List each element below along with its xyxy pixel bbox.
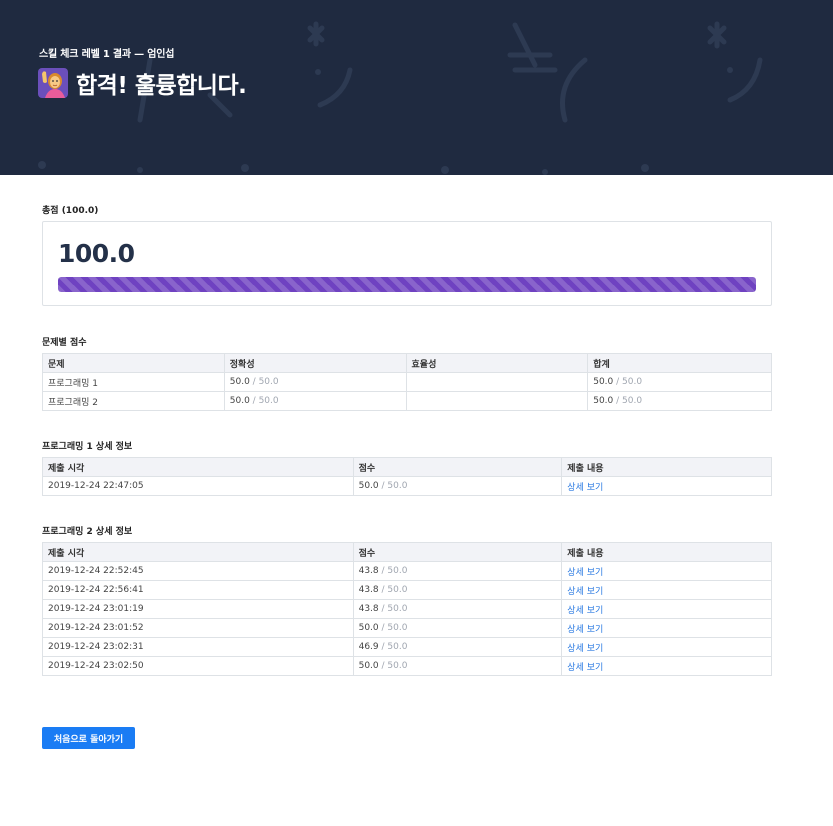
table-row: 2019-12-24 23:01:19 43.8 / 50.0 상세 보기: [42, 599, 772, 619]
total-score-value: 100.0: [58, 239, 135, 268]
score-cell: 43.8 / 50.0: [352, 580, 563, 600]
score-max: / 50.0: [378, 661, 408, 671]
total-max: / 50.0: [613, 396, 643, 406]
score-progress-fill: [58, 277, 756, 292]
detail-cell: 상세 보기: [561, 580, 772, 600]
accuracy-max: / 50.0: [249, 396, 279, 406]
detail-cell: 상세 보기: [561, 637, 772, 657]
score: 50.0: [358, 481, 379, 491]
score: 43.8: [358, 604, 379, 614]
submit-time: 2019-12-24 23:02:50: [42, 656, 354, 676]
score-max: / 50.0: [378, 604, 408, 614]
table-row: 프로그래밍 1 50.0 / 50.0 50.0 / 50.0: [42, 372, 772, 392]
total-max: / 50.0: [613, 377, 643, 387]
view-detail-link[interactable]: 상세 보기: [567, 568, 603, 578]
total-score-card: 100.0: [42, 221, 772, 306]
score-cell: 43.8 / 50.0: [352, 561, 563, 581]
score-cell: 50.0 / 50.0: [352, 476, 563, 496]
problem-name: 프로그래밍 2: [42, 391, 225, 411]
column-header: 점수: [352, 457, 563, 477]
column-header: 제출 내용: [561, 457, 772, 477]
submit-time: 2019-12-24 23:01:52: [42, 618, 354, 638]
score-max: / 50.0: [378, 566, 408, 576]
table-row: 2019-12-24 23:01:52 50.0 / 50.0 상세 보기: [42, 618, 772, 638]
efficiency-cell: [405, 372, 589, 392]
column-header: 효율성: [405, 353, 589, 373]
score-max: / 50.0: [378, 642, 408, 652]
column-header: 제출 시각: [42, 542, 354, 562]
detail-cell: 상세 보기: [561, 599, 772, 619]
page-title-text: 합격! 훌륭합니다.: [76, 73, 247, 99]
submit-time: 2019-12-24 22:56:41: [42, 580, 354, 600]
total-score-label: 총점 (100.0): [42, 206, 99, 216]
table-row: 프로그래밍 2 50.0 / 50.0 50.0 / 50.0: [42, 391, 772, 411]
score: 50.0: [358, 623, 379, 633]
detail1-label: 프로그래밍 1 상세 정보: [42, 442, 133, 452]
detail1-table: 제출 시각 점수 제출 내용 2019-12-24 22:47:05 50.0 …: [42, 457, 772, 496]
accuracy-score: 50.0: [229, 396, 250, 406]
accuracy-cell: 50.0 / 50.0: [223, 372, 407, 392]
table-row: 2019-12-24 22:52:45 43.8 / 50.0 상세 보기: [42, 561, 772, 581]
score: 50.0: [358, 661, 379, 671]
score-max: / 50.0: [378, 481, 408, 491]
result-subtitle: 스킬 체크 레벨 1 결과 — 엄인섭: [39, 49, 175, 60]
score-cell: 50.0 / 50.0: [352, 618, 563, 638]
back-to-start-button[interactable]: 처음으로 돌아가기: [42, 727, 135, 749]
efficiency-cell: [405, 391, 589, 411]
person-raising-hand-icon: [38, 68, 68, 98]
detail-cell: 상세 보기: [561, 656, 772, 676]
view-detail-link[interactable]: 상세 보기: [567, 483, 603, 493]
table-header-row: 문제 정확성 효율성 합계: [42, 353, 772, 373]
view-detail-link[interactable]: 상세 보기: [567, 587, 603, 597]
table-header-row: 제출 시각 점수 제출 내용: [42, 542, 772, 562]
problem-scores-label: 문제별 점수: [42, 338, 87, 348]
table-row: 2019-12-24 23:02:31 46.9 / 50.0 상세 보기: [42, 637, 772, 657]
column-header: 점수: [352, 542, 563, 562]
view-detail-link[interactable]: 상세 보기: [567, 663, 603, 673]
submit-time: 2019-12-24 22:47:05: [42, 476, 354, 496]
view-detail-link[interactable]: 상세 보기: [567, 606, 603, 616]
view-detail-link[interactable]: 상세 보기: [567, 644, 603, 654]
detail-cell: 상세 보기: [561, 476, 772, 496]
column-header: 정확성: [223, 353, 407, 373]
accuracy-score: 50.0: [229, 377, 250, 387]
detail2-table: 제출 시각 점수 제출 내용 2019-12-24 22:52:45 43.8 …: [42, 542, 772, 676]
submit-time: 2019-12-24 22:52:45: [42, 561, 354, 581]
accuracy-cell: 50.0 / 50.0: [223, 391, 407, 411]
score-cell: 50.0 / 50.0: [352, 656, 563, 676]
page-title: 합격! 훌륭합니다.: [38, 66, 247, 100]
total-cell: 50.0 / 50.0: [587, 372, 772, 392]
submit-time: 2019-12-24 23:01:19: [42, 599, 354, 619]
problem-scores-table: 문제 정확성 효율성 합계 프로그래밍 1 50.0 / 50.0 50.0 /…: [42, 353, 772, 411]
column-header: 문제: [42, 353, 225, 373]
view-detail-link[interactable]: 상세 보기: [567, 625, 603, 635]
detail-cell: 상세 보기: [561, 618, 772, 638]
column-header: 제출 시각: [42, 457, 354, 477]
table-row: 2019-12-24 22:56:41 43.8 / 50.0 상세 보기: [42, 580, 772, 600]
column-header: 제출 내용: [561, 542, 772, 562]
column-header: 합계: [587, 353, 772, 373]
score-max: / 50.0: [378, 623, 408, 633]
table-row: 2019-12-24 23:02:50 50.0 / 50.0 상세 보기: [42, 656, 772, 676]
score-progress-bar: [58, 277, 756, 292]
score: 46.9: [358, 642, 379, 652]
total-score: 50.0: [593, 396, 614, 406]
total-cell: 50.0 / 50.0: [587, 391, 772, 411]
accuracy-max: / 50.0: [249, 377, 279, 387]
table-row: 2019-12-24 22:47:05 50.0 / 50.0 상세 보기: [42, 476, 772, 496]
detail2-label: 프로그래밍 2 상세 정보: [42, 527, 133, 537]
score: 43.8: [358, 585, 379, 595]
table-header-row: 제출 시각 점수 제출 내용: [42, 457, 772, 477]
score-cell: 46.9 / 50.0: [352, 637, 563, 657]
score: 43.8: [358, 566, 379, 576]
submit-time: 2019-12-24 23:02:31: [42, 637, 354, 657]
problem-name: 프로그래밍 1: [42, 372, 225, 392]
total-score: 50.0: [593, 377, 614, 387]
detail-cell: 상세 보기: [561, 561, 772, 581]
score-cell: 43.8 / 50.0: [352, 599, 563, 619]
score-max: / 50.0: [378, 585, 408, 595]
result-header: 스킬 체크 레벨 1 결과 — 엄인섭 합격! 훌륭합니다.: [0, 0, 833, 175]
